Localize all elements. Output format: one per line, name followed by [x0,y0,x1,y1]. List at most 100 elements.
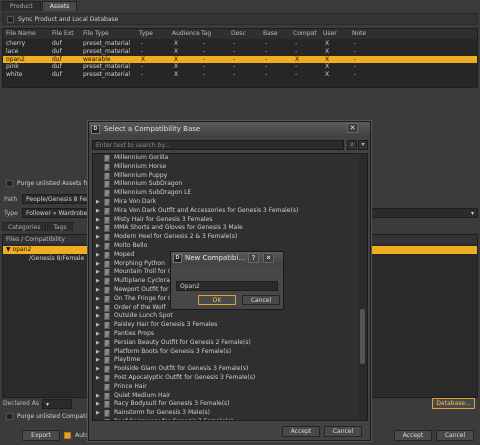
figure-icon [104,181,110,189]
column-header[interactable]: File Ext [52,29,74,39]
column-header[interactable]: Compat [293,29,317,39]
column-header[interactable]: File Name [6,29,36,39]
table-cell: X [325,40,330,47]
purge-compat-checkbox[interactable]: Purge unlisted Compatibili [2,411,96,422]
expand-arrow-icon[interactable]: ▶ [96,260,100,269]
tree-item-label: Millennium Gorilla [114,154,169,161]
sync-checkbox-box[interactable] [7,15,14,23]
column-header[interactable]: Desc [231,29,246,39]
dialog-accept-button[interactable]: Accept [282,426,320,437]
tab-tags[interactable]: Tags [47,222,73,231]
path-field[interactable]: People/Genesis 8 Female [22,194,90,204]
table-cell: - [265,47,268,55]
auto-checkbox[interactable]: Auto [64,432,89,439]
column-header[interactable]: Type [139,29,153,39]
path-label: Path [4,196,18,203]
auto-checkbox-box[interactable] [64,432,71,439]
expand-arrow-icon[interactable]: ▶ [96,392,100,401]
dialog2-cancel-button[interactable]: Cancel [242,295,280,305]
column-header[interactable]: Base [263,29,278,39]
expand-arrow-icon[interactable]: ▶ [96,251,100,260]
close-icon[interactable]: ✕ [347,123,358,133]
table-header: File Name File Ext File Type Type Audience Ta… [3,29,477,39]
declared-as-dropdown[interactable]: ▾ [42,399,72,409]
table-row[interactable]: lace duf preset_material - X - - - - X - [3,48,477,56]
dialog-cancel-button[interactable]: Cancel [324,426,362,437]
main-cancel-button[interactable]: Cancel [436,430,474,441]
figure-icon [104,216,110,224]
table-row[interactable]: white duf preset_material - X - - - - X - [3,71,477,79]
expand-arrow-icon[interactable]: ▶ [96,321,100,330]
tree-item-label: Mira Von Dark Outfit and Accessories for… [114,206,299,214]
expand-arrow-icon[interactable]: ▶ [96,330,100,339]
expand-arrow-icon[interactable]: ▶ [96,409,100,418]
table-row[interactable]: opan2 duf wearable X X - - - X X - [3,55,477,64]
expand-arrow-icon[interactable]: ▶ [96,356,100,365]
compatibility-name-input[interactable]: Opan2 [176,281,278,291]
expand-arrow-icon[interactable]: ▶ [96,286,100,295]
expand-arrow-icon[interactable]: ▶ [96,242,100,251]
table-row[interactable]: pink duf preset_material - X - - - - X - [3,63,477,71]
table-cell: duf [52,55,62,63]
table-row[interactable]: cherry duf preset_material - X - - - - X - [3,40,477,48]
tree-scrollbar[interactable] [359,154,367,420]
tree-item-label: Moped [114,250,135,258]
database-button[interactable]: Database... [432,398,475,409]
table-cell: - [203,55,206,63]
expand-arrow-icon[interactable]: ▶ [96,277,100,286]
expand-arrow-icon[interactable]: ▶ [96,295,100,304]
expand-arrow-icon[interactable]: ▶ [96,312,100,321]
ok-button[interactable]: OK [198,295,236,305]
expand-arrow-icon[interactable]: ▶ [96,198,100,207]
tab-categories[interactable]: Categories [2,222,47,231]
sync-database-checkbox[interactable]: Sync Product and Local Database [2,13,478,25]
column-header[interactable]: File Type [83,29,109,39]
table-cell: lace [6,47,19,55]
top-tabs: Product Assets [2,1,78,11]
expand-arrow-icon[interactable]: ▶ [96,224,100,233]
figure-icon [104,199,110,206]
tab-product[interactable]: Product [2,1,41,11]
type-dropdown-arrow[interactable]: ▾ [371,208,478,218]
expand-arrow-icon[interactable]: ▶ [96,304,100,313]
expand-arrow-icon[interactable]: ▶ [96,207,100,216]
column-header[interactable]: Tag [201,29,211,39]
table-cell: - [141,71,144,79]
auto-label: Auto [75,432,89,439]
table-cell: - [265,40,268,47]
purge-checkbox-box[interactable] [6,180,13,187]
compat-sub-item[interactable]: /Genesis 8/Female [29,255,84,263]
expand-arrow-icon[interactable]: ▶ [96,400,100,409]
column-header[interactable]: User [323,29,337,39]
table-cell: preset_material [83,63,131,71]
tree-item-label: Millennium SubDragon LE [114,189,192,197]
help-icon[interactable]: ? [248,253,259,263]
figure-icon [104,331,110,338]
expand-arrow-icon[interactable]: ▶ [96,268,100,277]
tree-item-label: Millennium Horse [114,162,167,170]
column-header[interactable]: Note [352,29,366,39]
column-header[interactable]: Audience [172,29,200,39]
figure-icon [104,383,110,391]
tree-item-label: Misty Hair for Genesis 3 Females [114,215,213,223]
search-input[interactable]: Enter text to search by... [92,140,344,150]
expand-arrow-icon[interactable]: ▶ [96,365,100,374]
table-cell: X [174,47,179,55]
export-button[interactable]: Export [22,430,60,441]
expand-arrow-icon[interactable]: ▶ [96,418,100,420]
purge2-checkbox-box[interactable] [6,413,13,420]
expand-arrow-icon[interactable]: ▶ [96,233,100,242]
figure-icon [104,287,110,294]
search-icon[interactable]: ⌕ [347,140,357,150]
expand-arrow-icon[interactable]: ▶ [96,339,100,348]
type-label: Type [4,210,18,217]
tab-assets[interactable]: Assets [41,1,78,11]
expand-arrow-icon[interactable]: ▶ [96,348,100,357]
main-accept-button[interactable]: Accept [394,430,432,441]
close-icon[interactable]: ✕ [263,253,274,263]
expand-arrow-icon[interactable]: ▶ [96,374,100,383]
search-options-icon[interactable]: ▾ [358,140,368,150]
expand-arrow-icon[interactable]: ▶ [96,216,100,225]
type-field[interactable]: Follower » Wardrobe » [22,208,90,218]
scrollbar-thumb[interactable] [360,309,365,364]
